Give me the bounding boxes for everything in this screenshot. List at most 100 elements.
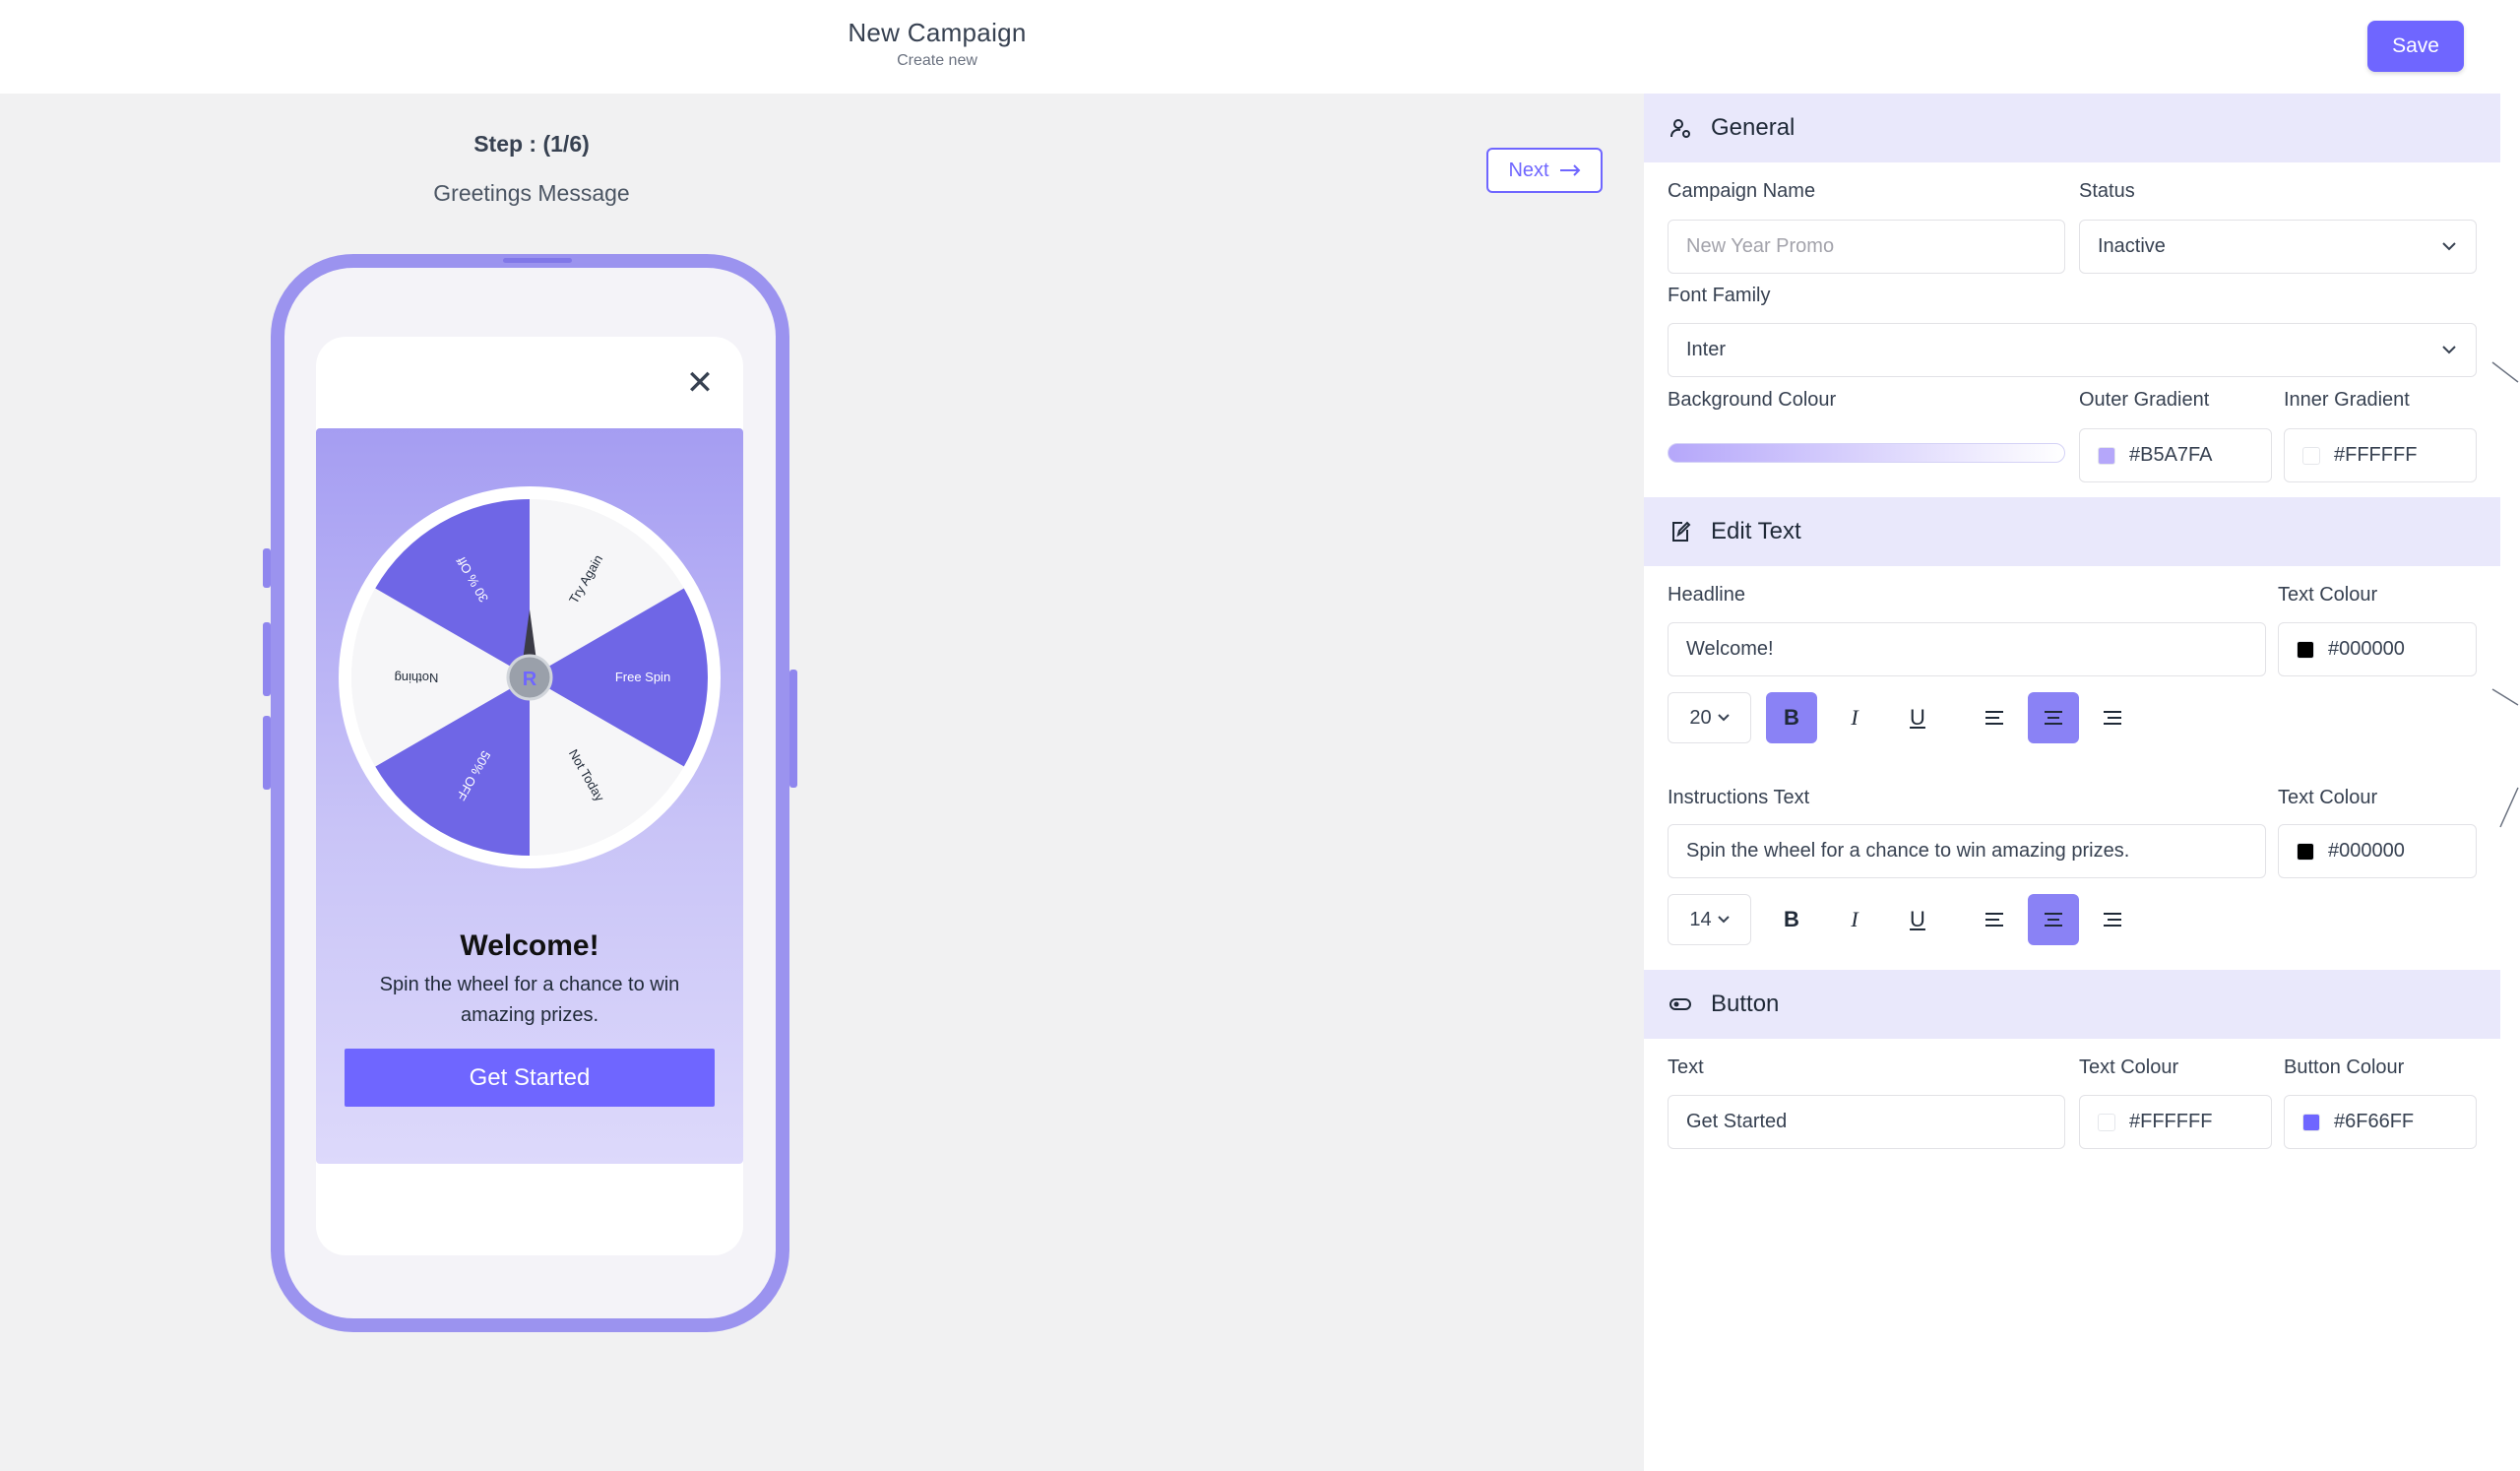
status-label: Status (2079, 180, 2135, 202)
phone-notch (503, 258, 572, 263)
top-bar: New Campaign Create new Save (0, 0, 2520, 94)
background-colour-label: Background Colour (1668, 389, 1837, 411)
button-colour-swatch (2302, 1113, 2320, 1131)
phone-side-button (789, 670, 797, 788)
align-left-icon (1985, 913, 2003, 927)
align-right-icon (2104, 913, 2121, 927)
section-button[interactable]: Button (1644, 970, 2500, 1039)
arrow-right-icon (1559, 164, 1580, 176)
align-right-icon (2104, 711, 2121, 725)
phone-screen: ✕ Try Again Free Spin Not Today 50% OFF Noth… (316, 337, 743, 1255)
campaign-name-input[interactable] (1686, 235, 2064, 258)
section-edit-text[interactable]: Edit Text (1644, 497, 2500, 566)
headline-colour-value: #000000 (2328, 638, 2405, 660)
button-colour-field[interactable]: #6F66FF (2284, 1095, 2477, 1149)
section-title: Button (1711, 991, 1780, 1017)
bold-icon: B (1784, 705, 1799, 730)
popup-card: Try Again Free Spin Not Today 50% OFF Nothin… (316, 428, 743, 1164)
chevron-down-icon (2442, 346, 2456, 354)
underline-button[interactable]: U (1892, 894, 1943, 945)
save-button[interactable]: Save (2367, 21, 2464, 72)
align-left-icon (1985, 711, 2003, 725)
button-text-input[interactable] (1686, 1111, 2064, 1133)
section-title: General (1711, 114, 1796, 141)
headline-font-size-select[interactable]: 20 (1668, 692, 1751, 743)
preview-area: Step : (1/6) Greetings Message Next ✕ Tr… (0, 94, 1644, 1471)
preview-headline: Welcome! (460, 929, 599, 962)
close-icon[interactable]: ✕ (683, 366, 717, 400)
wheel-segment-label: Nothing (395, 671, 439, 685)
italic-button[interactable]: I (1829, 894, 1880, 945)
next-button[interactable]: Next (1486, 148, 1603, 193)
headline-input[interactable] (1686, 638, 2265, 661)
button-text-colour-value: #FFFFFF (2129, 1111, 2213, 1132)
italic-button[interactable]: I (1829, 692, 1880, 743)
page-subtitle: Create new (897, 52, 977, 69)
headline-colour-field[interactable]: #000000 (2278, 622, 2477, 676)
button-text-field[interactable] (1668, 1095, 2065, 1149)
settings-panel: General Campaign Name Status Inactive Fo… (1644, 94, 2500, 1471)
get-started-button[interactable]: Get Started (345, 1049, 715, 1107)
underline-button[interactable]: U (1892, 692, 1943, 743)
outer-gradient-value: #B5A7FA (2129, 444, 2213, 466)
next-label: Next (1508, 159, 1549, 181)
outer-gradient-label: Outer Gradient (2079, 389, 2210, 411)
button-text-colour-swatch (2098, 1113, 2115, 1131)
inner-gradient-value: #FFFFFF (2334, 444, 2418, 466)
instructions-font-size-value: 14 (1689, 908, 1712, 930)
instructions-colour-label: Text Colour (2278, 787, 2378, 808)
font-family-select[interactable]: Inter (1668, 323, 2477, 377)
italic-icon: I (1851, 705, 1858, 730)
instructions-colour-field[interactable]: #000000 (2278, 824, 2477, 878)
underline-icon: U (1910, 705, 1925, 730)
underline-icon: U (1910, 907, 1925, 931)
button-colour-value: #6F66FF (2334, 1111, 2415, 1132)
font-family-value: Inter (1686, 339, 1727, 360)
section-title: Edit Text (1711, 518, 1801, 544)
align-center-button[interactable] (2028, 894, 2079, 945)
instructions-field[interactable] (1668, 824, 2266, 878)
align-right-button[interactable] (2087, 894, 2138, 945)
chevron-down-icon (2442, 242, 2456, 251)
campaign-name-label: Campaign Name (1668, 180, 1816, 202)
step-name: Greetings Message (433, 180, 630, 206)
headline-field[interactable] (1668, 622, 2266, 676)
outer-gradient-swatch (2098, 446, 2115, 465)
align-center-button[interactable] (2028, 692, 2079, 743)
outer-gradient-field[interactable]: #B5A7FA (2079, 428, 2272, 482)
bold-button[interactable]: B (1766, 894, 1817, 945)
headline-font-size-value: 20 (1689, 706, 1712, 729)
instructions-input[interactable] (1686, 840, 2265, 863)
button-colour-label: Button Colour (2284, 1056, 2405, 1078)
button-text-colour-field[interactable]: #FFFFFF (2079, 1095, 2272, 1149)
bold-button[interactable]: B (1766, 692, 1817, 743)
align-right-button[interactable] (2087, 692, 2138, 743)
phone-mockup: ✕ Try Again Free Spin Not Today 50% OFF Noth… (263, 254, 797, 1332)
italic-icon: I (1851, 907, 1858, 931)
status-select[interactable]: Inactive (2079, 220, 2477, 274)
campaign-name-field[interactable] (1668, 220, 2065, 274)
wheel-svg: Try AgainFree SpinNot Today50% OFFNothin… (339, 486, 721, 868)
phone-side-button (263, 622, 271, 696)
inner-gradient-swatch (2302, 446, 2320, 465)
chevron-down-icon (1717, 916, 1730, 924)
step-indicator: Step : (1/6) (473, 131, 590, 157)
align-left-button[interactable] (1969, 692, 2020, 743)
button-toggle-icon (1668, 991, 1693, 1017)
section-general[interactable]: General (1644, 94, 2500, 162)
headline-label: Headline (1668, 584, 1745, 606)
instructions-label: Instructions Text (1668, 787, 1810, 808)
inner-gradient-field[interactable]: #FFFFFF (2284, 428, 2477, 482)
instructions-colour-swatch (2297, 842, 2314, 861)
wheel-segment-label: Free Spin (615, 670, 670, 684)
user-settings-icon (1668, 115, 1693, 141)
instructions-font-size-select[interactable]: 14 (1668, 894, 1751, 945)
bold-icon: B (1784, 907, 1799, 931)
status-value: Inactive (2098, 235, 2166, 257)
phone-side-button (263, 716, 271, 790)
align-center-icon (2045, 913, 2062, 927)
headline-colour-swatch (2297, 640, 2314, 659)
spin-wheel[interactable]: Try Again Free Spin Not Today 50% OFF Nothin… (336, 483, 724, 871)
align-left-button[interactable] (1969, 894, 2020, 945)
button-text-colour-label: Text Colour (2079, 1056, 2179, 1078)
